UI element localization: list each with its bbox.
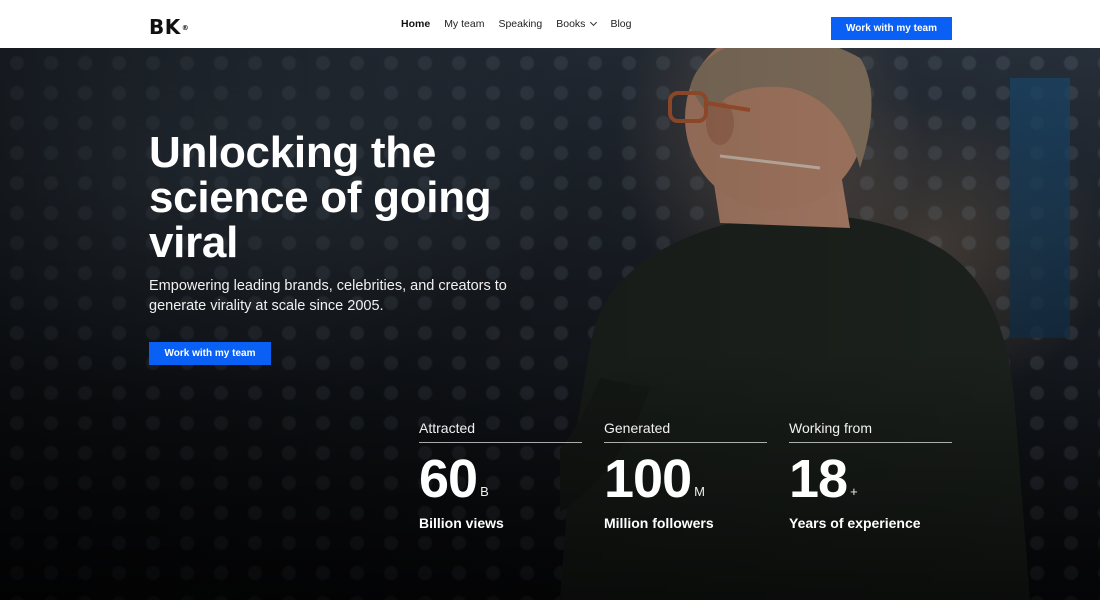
- stat-number: 100: [604, 449, 692, 509]
- stat-unit: B: [480, 484, 489, 499]
- brand-logo[interactable]: BK®: [149, 17, 189, 37]
- stat-number: 60: [419, 449, 478, 509]
- registered-mark: ®: [181, 24, 190, 32]
- nav-my-team[interactable]: My team: [444, 18, 484, 30]
- stat-views: Attracted 60 B Billion views: [419, 420, 582, 531]
- logo-text: BK: [149, 15, 181, 39]
- hero-subtitle: Empowering leading brands, celebrities, …: [149, 278, 507, 314]
- stat-caption: Million followers: [604, 515, 714, 531]
- header-work-with-team-button[interactable]: Work with my team: [831, 17, 952, 40]
- hero-work-with-team-button[interactable]: Work with my team: [149, 342, 271, 365]
- stat-label: Working from: [789, 420, 952, 443]
- stat-label: Generated: [604, 420, 767, 443]
- nav-blog[interactable]: Blog: [610, 18, 631, 30]
- stat-number: 18: [789, 449, 848, 509]
- main-nav: Home My team Speaking Books Blog: [401, 0, 631, 48]
- nav-books[interactable]: Books: [556, 18, 598, 30]
- stat-experience: Working from 18 + Years of experience: [789, 420, 952, 531]
- nav-home[interactable]: Home: [401, 18, 430, 30]
- stat-label: Attracted: [419, 420, 582, 443]
- hero-headline: Unlocking the science of going viral: [149, 128, 492, 267]
- stat-value: 18 +: [789, 449, 952, 509]
- stat-caption: Billion views: [419, 515, 504, 531]
- site-header: BK® Home My team Speaking Books Blog Wor…: [0, 0, 1100, 48]
- nav-speaking[interactable]: Speaking: [498, 18, 542, 30]
- stat-unit: +: [850, 484, 858, 499]
- stat-value: 60 B: [419, 449, 582, 509]
- stat-followers: Generated 100 M Million followers: [604, 420, 767, 531]
- stat-unit: M: [694, 484, 705, 499]
- stat-caption: Years of experience: [789, 515, 921, 531]
- chevron-down-icon: [590, 18, 598, 27]
- stat-value: 100 M: [604, 449, 767, 509]
